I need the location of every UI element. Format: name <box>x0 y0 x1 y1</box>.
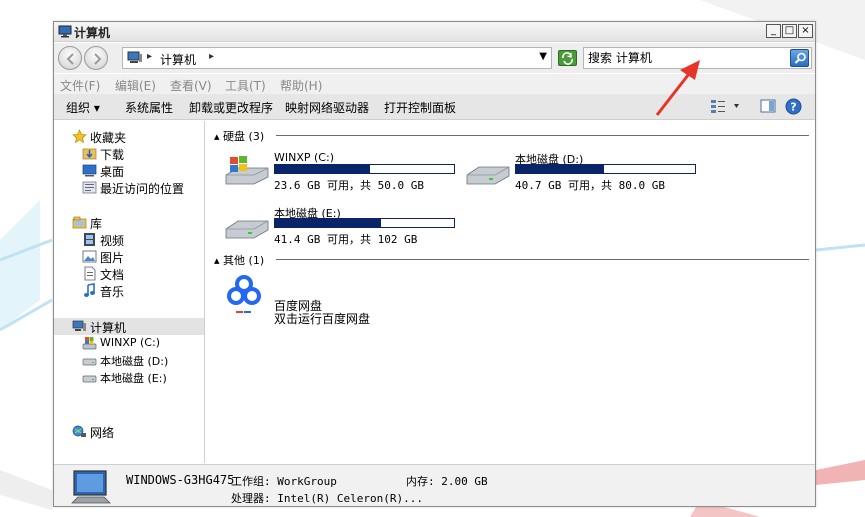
system-drive-icon <box>225 156 269 185</box>
group-divider <box>276 259 809 260</box>
disk-usage-fill <box>516 165 604 173</box>
title-bar[interactable]: 计算机 _ □ × <box>54 22 815 42</box>
search-icon <box>794 52 806 64</box>
content-pane: ▴ 硬盘 (3) WINXP (C:) 23.6 GB 可用，共 50.0 GB… <box>206 121 815 463</box>
computer-icon <box>58 25 72 38</box>
hard-drive-icon <box>466 166 510 185</box>
maximize-button[interactable]: □ <box>782 24 797 38</box>
computer-icon <box>72 320 86 331</box>
minimize-button[interactable]: _ <box>766 24 781 38</box>
back-arrow-icon <box>66 53 74 65</box>
search-input[interactable] <box>588 50 788 66</box>
pictures-icon <box>82 250 97 263</box>
disk-usage-bar <box>515 164 696 174</box>
baidu-netdisk-item[interactable]: 百度网盘 双击运行百度网盘 <box>224 271 424 331</box>
computer-icon <box>127 51 142 63</box>
processor-text: 处理器: Intel(R) Celeron(R)... <box>231 492 423 505</box>
details-pane: WINDOWS-G3HG475 工作组: WorkGroup 内存: 2.00 … <box>54 464 815 506</box>
window-title: 计算机 <box>74 26 111 40</box>
refresh-button[interactable] <box>558 50 577 66</box>
organize-button[interactable]: 组织 ▾ <box>66 99 100 116</box>
desktop-icon <box>82 164 97 177</box>
system-drive-icon <box>82 337 97 350</box>
drive-item-d[interactable]: 本地磁盘 (D:) 40.7 GB 可用，共 80.0 GB <box>465 151 705 192</box>
computer-monitor-icon <box>71 470 111 504</box>
hard-drive-icon <box>82 358 97 366</box>
video-icon <box>84 233 95 246</box>
navigation-bar: ▸ 计算机 ▸ ▼ <box>54 43 815 73</box>
documents-icon <box>84 266 96 281</box>
disk-usage-fill <box>275 165 370 173</box>
forward-button[interactable] <box>84 46 108 70</box>
hard-drive-icon <box>225 220 269 239</box>
uninstall-program-button[interactable]: 卸载或更改程序 <box>189 99 273 116</box>
drive-item-e[interactable]: 本地磁盘 (E:) 41.4 GB 可用，共 102 GB <box>224 205 464 246</box>
search-box <box>583 47 812 69</box>
menu-help[interactable]: 帮助(H) <box>280 77 322 94</box>
refresh-icon <box>562 52 573 65</box>
menu-file[interactable]: 文件(F) <box>60 77 100 94</box>
back-button[interactable] <box>58 46 82 70</box>
disk-usage-bar <box>274 218 455 228</box>
computer-name: WINDOWS-G3HG475 <box>126 473 235 487</box>
svg-text:?: ? <box>790 101 796 114</box>
menu-tools[interactable]: 工具(T) <box>225 77 266 94</box>
help-icon[interactable]: ? <box>785 98 802 115</box>
library-icon <box>72 216 87 229</box>
breadcrumb-chevron-icon[interactable]: ▸ <box>147 51 152 62</box>
menu-edit[interactable]: 编辑(E) <box>115 77 156 94</box>
download-folder-icon <box>82 148 97 160</box>
workgroup-text: 工作组: WorkGroup <box>231 475 337 488</box>
forward-arrow-icon <box>94 53 102 65</box>
baidu-netdisk-icon <box>227 275 261 313</box>
disk-usage-bar <box>274 164 455 174</box>
group-header-hard-disks[interactable]: ▴ 硬盘 (3) <box>214 128 264 144</box>
recent-places-icon <box>82 181 97 194</box>
menu-view[interactable]: 查看(V) <box>170 77 212 94</box>
disk-usage-fill <box>275 219 382 227</box>
music-icon <box>84 283 95 297</box>
group-header-other[interactable]: ▴ 其他 (1) <box>214 252 264 268</box>
system-properties-button[interactable]: 系统属性 <box>125 99 173 116</box>
menu-bar: 文件(F) 编辑(E) 查看(V) 工具(T) 帮助(H) <box>54 74 815 94</box>
close-button[interactable]: × <box>798 24 813 38</box>
open-control-panel-button[interactable]: 打开控制面板 <box>384 99 456 116</box>
view-options-icon[interactable] <box>710 98 740 114</box>
group-divider <box>276 135 809 136</box>
breadcrumb-computer[interactable]: 计算机 <box>160 51 196 68</box>
command-bar: 组织 ▾ 系统属性 卸载或更改程序 映射网络驱动器 打开控制面板 ? <box>54 94 815 120</box>
star-icon <box>72 129 87 144</box>
memory-text: 内存: 2.00 GB <box>406 475 488 488</box>
breadcrumb-chevron-icon[interactable]: ▸ <box>209 51 214 62</box>
hard-drive-icon <box>82 375 97 383</box>
explorer-window: 计算机 _ □ × ▸ 计算机 ▸ ▼ 搜索 计算机 文件(F) 编辑(E) 查… <box>53 21 816 507</box>
search-button[interactable] <box>790 49 809 67</box>
preview-pane-icon[interactable] <box>760 98 776 114</box>
address-bar[interactable]: ▸ 计算机 ▸ ▼ <box>122 47 552 69</box>
address-dropdown-icon[interactable]: ▼ <box>539 51 547 62</box>
drive-item-c[interactable]: WINXP (C:) 23.6 GB 可用，共 50.0 GB <box>224 151 464 192</box>
navigation-pane: 收藏夹 下载 桌面 最近访问的位置 库 视频 图片 文档 音乐 计算机 WINX… <box>54 121 205 463</box>
network-icon <box>72 425 86 437</box>
map-network-drive-button[interactable]: 映射网络驱动器 <box>285 99 369 116</box>
